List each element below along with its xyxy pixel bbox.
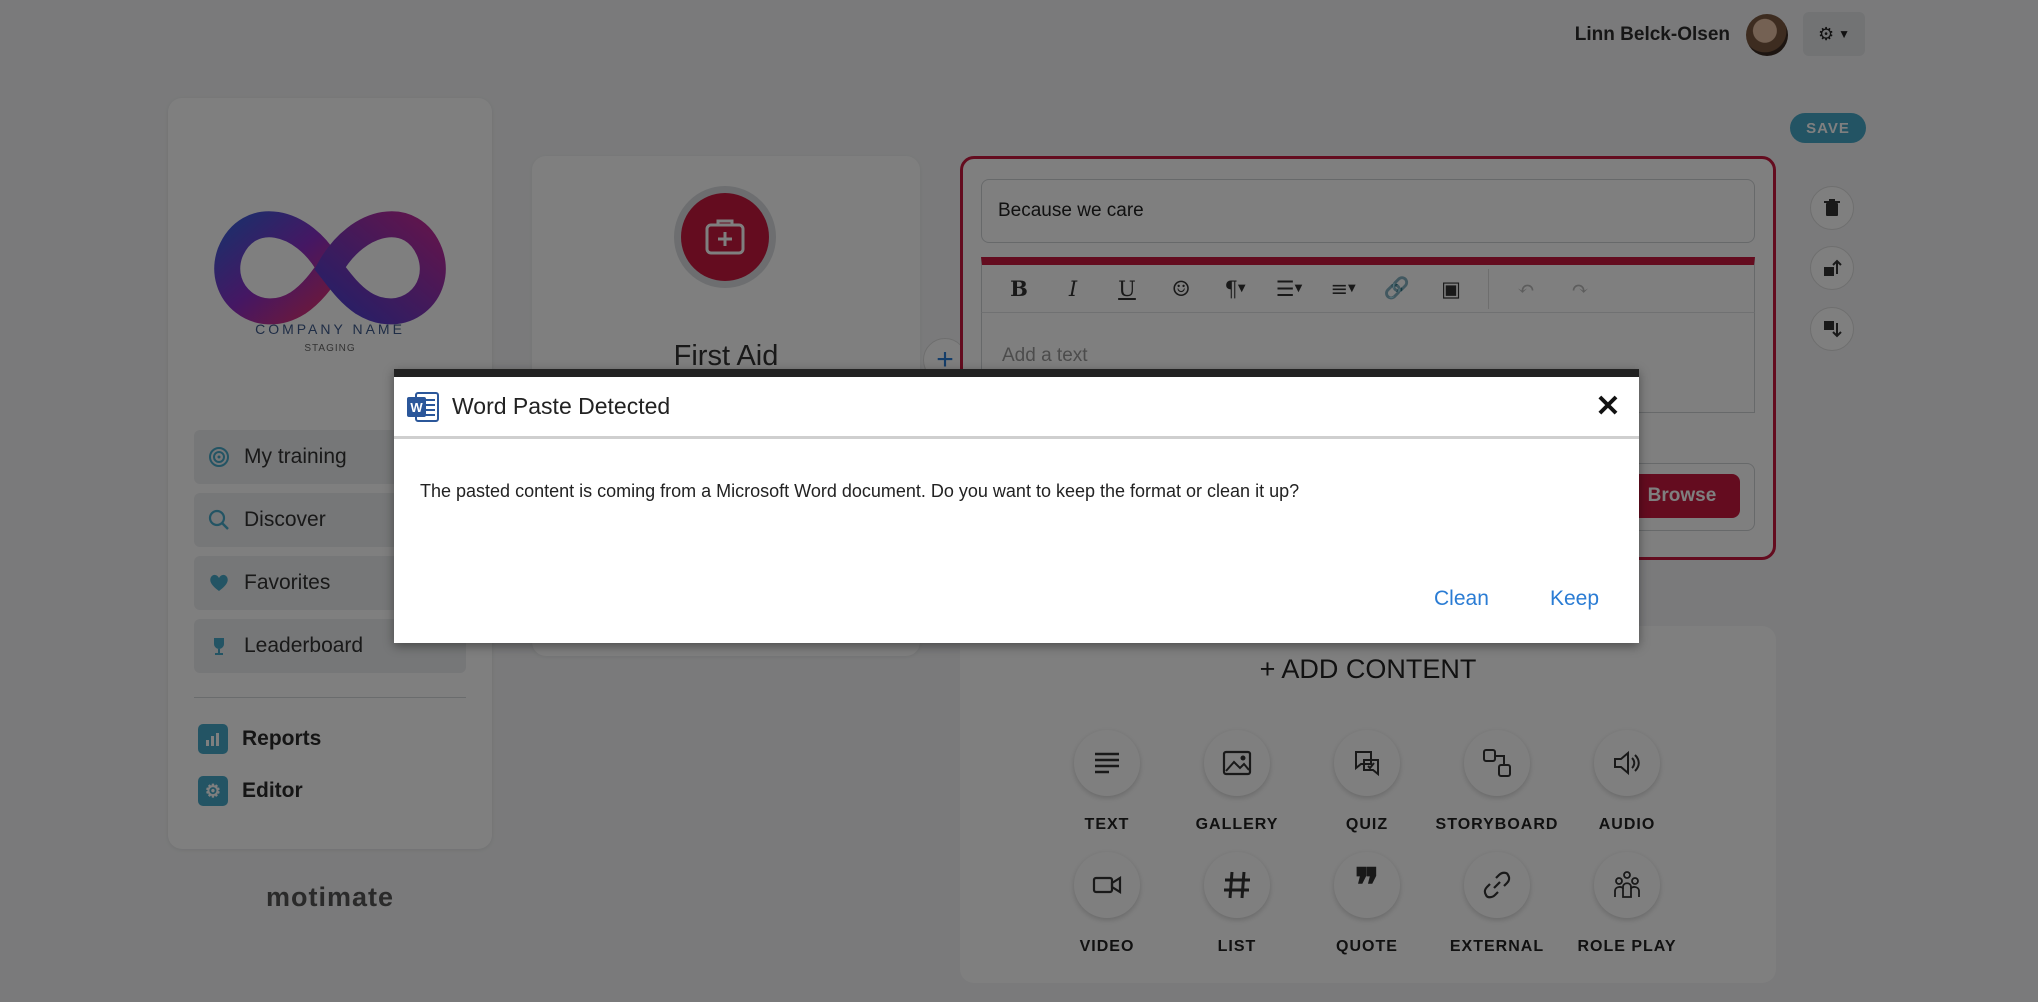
microsoft-word-icon: W <box>406 391 440 423</box>
dialog-header: W Word Paste Detected <box>394 377 1639 439</box>
dialog-message: The pasted content is coming from a Micr… <box>420 481 1300 501</box>
close-icon[interactable]: ✕ <box>1593 390 1623 423</box>
word-paste-dialog: W Word Paste Detected ✕ The pasted conte… <box>394 369 1639 643</box>
keep-button[interactable]: Keep <box>1550 587 1599 611</box>
dialog-title: Word Paste Detected <box>452 393 671 419</box>
clean-button[interactable]: Clean <box>1434 587 1489 611</box>
svg-text:W: W <box>410 400 423 415</box>
